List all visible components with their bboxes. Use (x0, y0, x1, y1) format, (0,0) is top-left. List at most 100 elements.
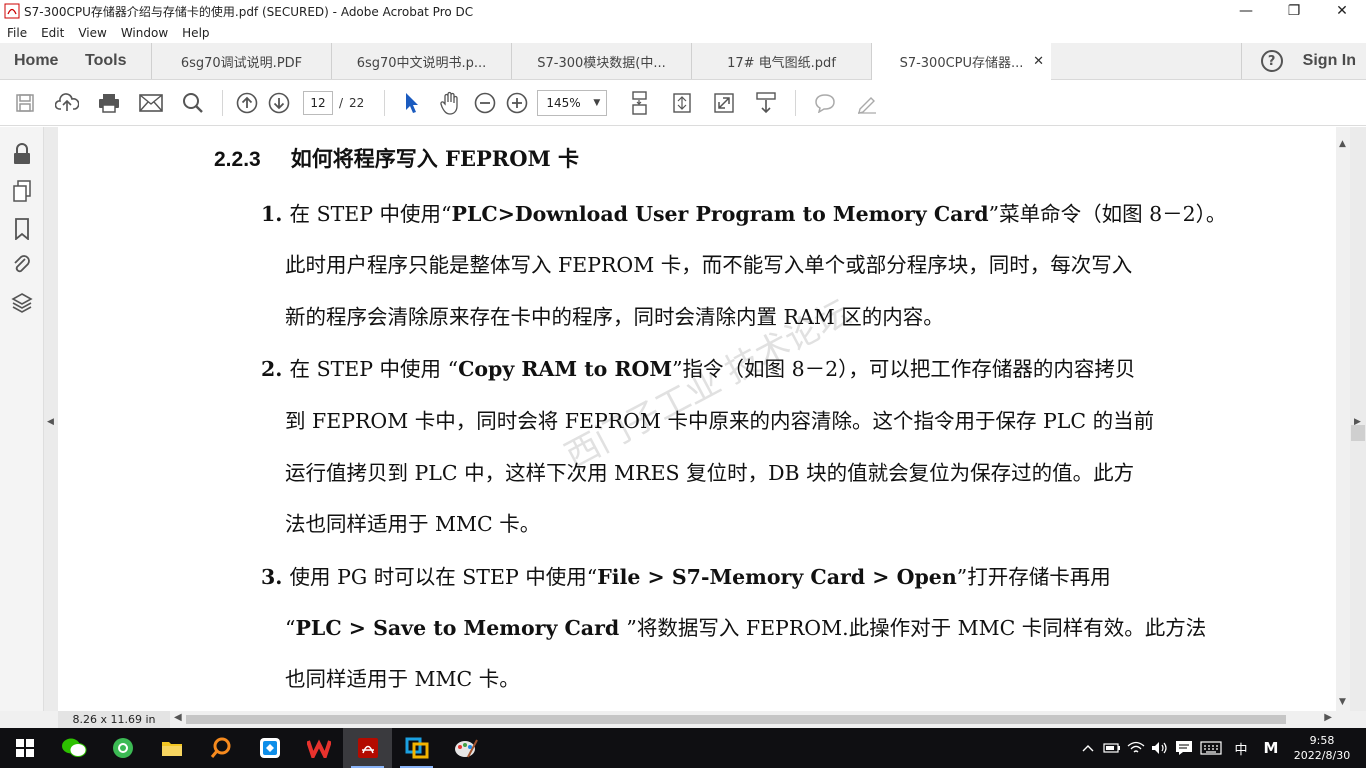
input-mode-indicator[interactable]: M (1256, 728, 1286, 768)
text-run: 运行值拷贝到 PLC 中，这样下次用 MRES 复位时，DB 块的值就会复位为保… (285, 461, 1135, 485)
save-button[interactable] (4, 80, 46, 126)
scroll-up-icon[interactable]: ▲ (1339, 139, 1346, 149)
select-tool-button[interactable] (393, 80, 431, 126)
keyboard-icon (1200, 741, 1222, 755)
next-page-button[interactable] (263, 80, 295, 126)
doc-tab[interactable]: 6sg70调试说明.PDF (151, 43, 331, 79)
taskbar-browser[interactable] (98, 728, 147, 768)
find-button[interactable] (172, 80, 214, 126)
taskbar-network-app[interactable] (392, 728, 441, 768)
close-tab-icon[interactable]: ✕ (1033, 54, 1044, 69)
teamviewer-icon (259, 738, 280, 758)
zoom-in-button[interactable] (501, 80, 533, 126)
text-run: 使用 PG 时可以在 STEP 中使用“ (289, 565, 598, 589)
horizontal-scroll-thumb[interactable] (186, 715, 1286, 724)
show-hidden-icons[interactable] (1076, 728, 1100, 768)
scroll-mode-button[interactable] (619, 80, 661, 126)
bookmark-icon (15, 218, 29, 240)
clock[interactable]: 9:58 2022/8/30 (1286, 733, 1358, 763)
bookmarks-button[interactable] (11, 218, 33, 240)
tab-tools[interactable]: Tools (71, 43, 151, 79)
email-button[interactable] (130, 80, 172, 126)
left-pane-toggle[interactable]: ◀ (44, 127, 58, 711)
doc-tab-label: 6sg70调试说明.PDF (180, 55, 303, 71)
text-run: 1. (261, 202, 290, 226)
help-icon[interactable]: ? (1260, 50, 1283, 72)
pdf-page: 西门子工业 技术论坛 2.2.3 如何将程序写入 FEPROM 卡 1. 在 ST… (58, 127, 1336, 711)
scroll-left-icon[interactable]: ◀ (174, 712, 182, 723)
text-run: ”将数据写入 FEPROM.此操作对于 MMC 卡同样有效。此方法 (626, 616, 1207, 640)
taskbar-search-app[interactable] (196, 728, 245, 768)
touch-keyboard-button[interactable] (1196, 728, 1226, 768)
page-thumbnails-button[interactable] (11, 180, 33, 202)
security-button[interactable] (11, 143, 33, 165)
rotate-button[interactable] (661, 80, 703, 126)
menu-edit[interactable]: Edit (34, 26, 71, 40)
numbered-paragraph-line: 2. 在 STEP 中使用 “Copy RAM to ROM”指令（如图 8－2… (261, 352, 1135, 382)
doc-tab-active[interactable]: S7-300CPU存储器... ✕ (871, 43, 1051, 81)
horizontal-scrollbar[interactable]: ◀ ▶ (172, 712, 1332, 726)
doc-tab[interactable]: 17# 电气图纸.pdf (691, 43, 871, 79)
section-heading: 2.2.3 如何将程序写入 FEPROM 卡 (214, 143, 579, 173)
scroll-down-icon[interactable]: ▼ (1339, 697, 1346, 707)
notification-button[interactable] (1172, 728, 1196, 768)
start-button[interactable] (0, 728, 49, 768)
menu-view[interactable]: View (71, 26, 113, 40)
taskbar-wps[interactable] (294, 728, 343, 768)
toolbar-separator (384, 89, 386, 116)
minimize-button[interactable]: — (1222, 0, 1270, 22)
hand-tool-button[interactable] (431, 80, 469, 126)
plus-circle-icon (507, 92, 528, 113)
menu-help[interactable]: Help (175, 26, 216, 40)
page-fit-icon (673, 92, 692, 113)
zoom-select[interactable]: 145% ▼ (537, 89, 608, 116)
taskbar-file-explorer[interactable] (147, 728, 196, 768)
taskbar-paint[interactable] (441, 728, 490, 768)
wifi-indicator[interactable] (1124, 728, 1148, 768)
comment-button[interactable] (804, 80, 846, 126)
text-run: 在 STEP 中使用 “ (289, 357, 459, 381)
document-viewport[interactable]: 西门子工业 技术论坛 2.2.3 如何将程序写入 FEPROM 卡 1. 在 ST… (58, 127, 1336, 711)
toolbar-separator (222, 89, 223, 116)
sign-in-button[interactable]: Sign In (1303, 52, 1356, 70)
previous-page-button[interactable] (231, 80, 263, 126)
taskbar-teamviewer[interactable] (245, 728, 294, 768)
maximize-button[interactable]: ❐ (1270, 0, 1318, 22)
menu-file[interactable]: File (0, 26, 34, 40)
download-button[interactable] (745, 80, 787, 126)
doc-tab-label: 6sg70中文说明书.p... (356, 55, 487, 71)
text-run: 此时用户程序只能是整体写入 FEPROM 卡，而不能写入单个或部分程序块，同时，… (285, 253, 1133, 277)
zoom-out-button[interactable] (469, 80, 501, 126)
battery-indicator[interactable] (1100, 728, 1124, 768)
menu-bar: File Edit View Window Help (0, 22, 1366, 43)
taskbar-wechat[interactable] (49, 728, 98, 768)
scroll-thumb[interactable] (1351, 425, 1365, 441)
close-window-button[interactable]: ✕ (1318, 0, 1366, 22)
input-method-indicator[interactable]: 中 (1226, 728, 1256, 768)
right-pane-toggle[interactable]: ▶ (1350, 127, 1366, 711)
taskbar-acrobat[interactable] (343, 728, 392, 768)
volume-indicator[interactable] (1148, 728, 1172, 768)
menu-window[interactable]: Window (114, 26, 175, 40)
doc-tab[interactable]: 6sg70中文说明书.p... (331, 43, 511, 79)
page-scroll-icon (632, 90, 648, 115)
full-screen-button[interactable] (703, 80, 745, 126)
show-desktop-button[interactable] (1358, 728, 1366, 768)
numbered-paragraph-line: 3. 使用 PG 时可以在 STEP 中使用“File > S7-Memory … (261, 560, 1111, 590)
upload-button[interactable] (46, 80, 88, 126)
battery-icon (1103, 743, 1120, 753)
tab-home[interactable]: Home (0, 43, 71, 79)
print-button[interactable] (88, 80, 130, 126)
attachments-button[interactable] (11, 254, 33, 276)
doc-tab-label: 17# 电气图纸.pdf (727, 55, 836, 71)
browser-icon (112, 738, 133, 758)
scroll-right-icon[interactable]: ▶ (1324, 712, 1332, 723)
sign-button[interactable] (846, 80, 888, 126)
folder-icon (161, 742, 182, 756)
wifi-icon (1127, 741, 1145, 753)
doc-tab[interactable]: S7-300模块数据(中... (511, 43, 691, 79)
page-number-input[interactable]: 12 (303, 90, 333, 115)
vertical-scrollbar[interactable]: ▲ ▼ (1336, 127, 1350, 711)
layers-button[interactable] (11, 292, 33, 314)
taskbar: 中 M 9:58 2022/8/30 (0, 728, 1366, 768)
